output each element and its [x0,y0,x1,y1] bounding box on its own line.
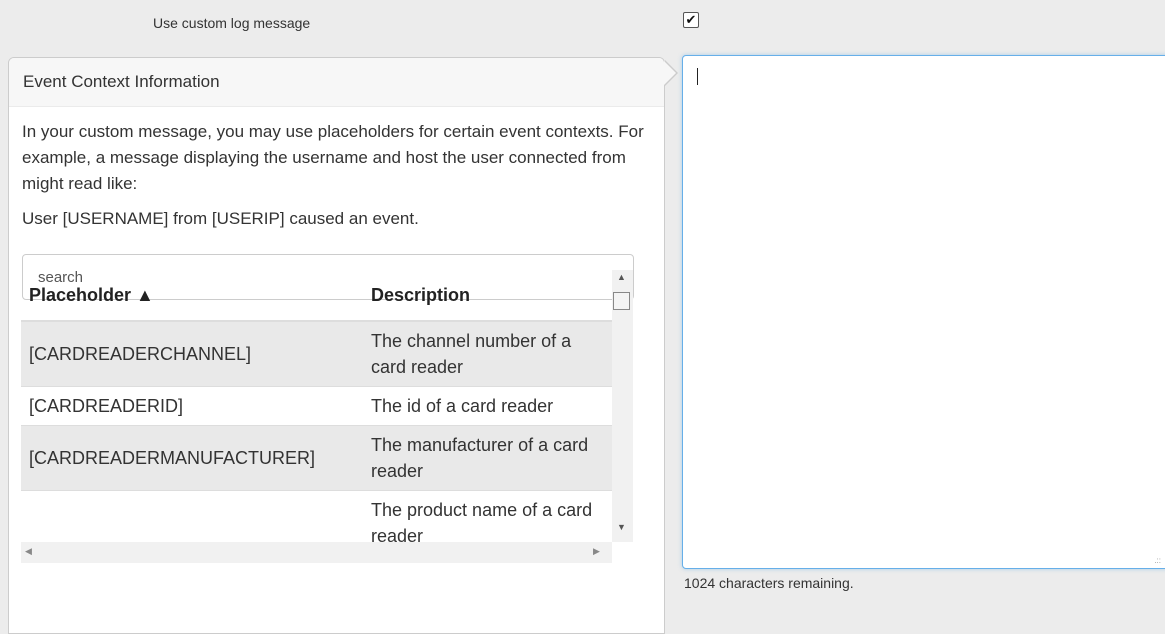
custom-log-option-row: Use custom log message ✔ [0,0,1165,50]
table-row[interactable]: The product name of a card reader [21,490,612,542]
placeholder-table: Placeholder ▲ Description [CARDREADERCHA… [21,270,612,542]
column-header-description[interactable]: Description [363,270,612,322]
table-row[interactable]: [CARDREADERCHANNEL] The channel number o… [21,320,612,387]
popover-arrow-fill [664,61,676,85]
table-vertical-scrollbar[interactable]: ▲ ▼ [612,270,633,542]
placeholder-cell [21,490,363,542]
scroll-thumb[interactable] [613,292,630,310]
scrollbar-corner [612,542,633,563]
description-cell: The product name of a card reader [363,490,612,542]
text-caret [697,68,698,85]
popover-title: Event Context Information [9,58,664,107]
scroll-left-arrow-icon[interactable]: ◀ [25,546,32,557]
placeholder-table-viewport[interactable]: Placeholder ▲ Description [CARDREADERCHA… [21,270,612,542]
table-row[interactable]: [CARDREADERID] The id of a card reader [21,386,612,426]
resize-grip-icon[interactable]: .:: [1154,556,1161,565]
popover-intro-text: In your custom message, you may use plac… [22,122,644,193]
table-horizontal-scrollbar[interactable]: ◀ ▶ [21,542,612,563]
description-cell: The manufacturer of a card reader [363,425,612,491]
popover-example-text: User [USERNAME] from [USERIP] caused an … [22,209,419,228]
scroll-down-arrow-icon[interactable]: ▼ [617,522,626,532]
custom-log-message-textarea[interactable]: .:: [682,55,1165,569]
column-header-placeholder[interactable]: Placeholder ▲ [21,270,363,322]
placeholder-cell: [CARDREADERMANUFACTURER] [21,425,363,491]
placeholder-cell: [CARDREADERCHANNEL] [21,320,363,387]
placeholder-cell: [CARDREADERID] [21,386,363,426]
scroll-up-arrow-icon[interactable]: ▲ [617,272,626,282]
use-custom-log-label: Use custom log message [153,15,311,31]
description-cell: The id of a card reader [363,386,612,426]
characters-remaining-text: 1024 characters remaining. [684,575,854,591]
placeholder-table-container: Placeholder ▲ Description [CARDREADERCHA… [21,270,635,564]
use-custom-log-checkbox[interactable]: ✔ [683,12,699,28]
scroll-right-arrow-icon[interactable]: ▶ [593,546,600,557]
description-cell: The channel number of a card reader [363,320,612,387]
table-row[interactable]: [CARDREADERMANUFACTURER] The manufacture… [21,425,612,491]
